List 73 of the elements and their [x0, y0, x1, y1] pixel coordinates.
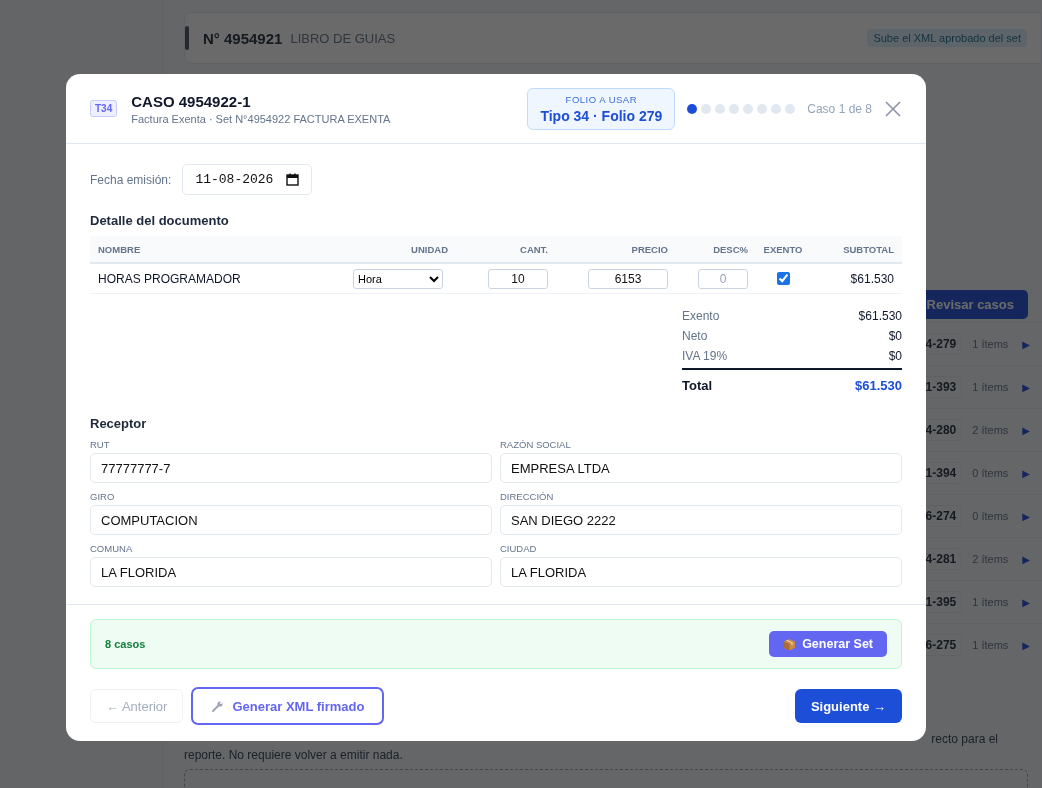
- status-badge: Sube el XML aprobado del set: [867, 29, 1027, 47]
- expand-arrow[interactable]: ▶: [1022, 338, 1030, 350]
- section-title: Detalle del documento: [90, 213, 230, 228]
- step-dot[interactable]: [701, 103, 712, 114]
- column-header: CANT.: [519, 243, 548, 255]
- field-label: RUT: [90, 439, 111, 450]
- input-field[interactable]: LA FLORIDA: [90, 557, 492, 587]
- field-label: CIUDAD: [500, 543, 538, 554]
- step-dot[interactable]: [715, 103, 726, 114]
- section-title: Receptor: [90, 416, 148, 431]
- step-dot[interactable]: [771, 103, 782, 114]
- expand-arrow[interactable]: ▶: [1022, 553, 1030, 565]
- folio-value: Tipo 34 · Folio 279: [540, 107, 663, 124]
- step-dot[interactable]: [743, 103, 754, 114]
- note-text: reporte. No requiere volver a emitir nada.: [184, 748, 403, 762]
- case-title: CASO 4954922-1: [131, 92, 252, 110]
- column-header: NOMBRE: [98, 243, 142, 255]
- step-dot[interactable]: [785, 103, 796, 114]
- unit-select[interactable]: Hora: [353, 268, 443, 289]
- step-dot[interactable]: [729, 103, 740, 114]
- expand-arrow[interactable]: ▶: [1022, 424, 1030, 436]
- field-label: DIRECCIÓN: [500, 491, 555, 502]
- input-field[interactable]: 77777777-7: [90, 453, 492, 483]
- package-icon: [783, 637, 797, 651]
- type-badge: T34: [90, 100, 118, 117]
- total-value: $0: [888, 329, 902, 343]
- expand-arrow[interactable]: ▶: [1022, 510, 1030, 522]
- case-counter: Caso 1 de 8: [807, 101, 872, 116]
- close-icon[interactable]: [884, 99, 902, 118]
- folio-label: FOLIO A USAR: [565, 93, 638, 105]
- exempt-checkbox[interactable]: [776, 272, 790, 285]
- input-field[interactable]: LA FLORIDA: [500, 557, 902, 587]
- expand-arrow[interactable]: ▶: [1022, 381, 1030, 393]
- generate-xml-button[interactable]: Generar XML firmado: [191, 687, 385, 725]
- column-header: DESC%: [712, 243, 748, 255]
- total-value: $61.530: [855, 377, 902, 393]
- quantity-field[interactable]: 10: [488, 268, 548, 289]
- expand-arrow[interactable]: ▶: [1022, 639, 1030, 651]
- calendar-icon[interactable]: [286, 173, 300, 186]
- total-label: IVA 19%: [682, 349, 728, 363]
- date-label: Fecha emisión:: [90, 172, 172, 187]
- price-field[interactable]: 6153: [588, 268, 668, 289]
- input-field[interactable]: SAN DIEGO 2222: [500, 505, 902, 535]
- step-dot[interactable]: [687, 103, 698, 114]
- wrench-icon: [211, 699, 225, 713]
- total-label: Exento: [682, 309, 720, 323]
- column-header: PRECIO: [630, 243, 668, 255]
- total-label: Total: [682, 377, 713, 393]
- case-count: 8 casos: [105, 638, 146, 650]
- generate-set-button[interactable]: Generar Set: [769, 631, 887, 657]
- column-header: UNIDAD: [410, 243, 448, 255]
- input-field[interactable]: COMPUTACION: [90, 505, 492, 535]
- total-label: Neto: [682, 329, 708, 343]
- next-button[interactable]: Siguiente →: [794, 689, 902, 723]
- set-number: N° 4954921: [203, 29, 283, 47]
- discount-field[interactable]: 0: [698, 268, 748, 289]
- expand-arrow[interactable]: ▶: [1022, 596, 1030, 608]
- field-label: GIRO: [90, 491, 116, 502]
- input-field[interactable]: EMPRESA LTDA: [500, 453, 902, 483]
- column-header: SUBTOTAL: [842, 243, 894, 255]
- date-field[interactable]: 11-08-2026: [182, 164, 313, 195]
- expand-arrow[interactable]: ▶: [1022, 467, 1030, 479]
- field-label: RAZÓN SOCIAL: [500, 439, 572, 450]
- step-dot[interactable]: [757, 103, 768, 114]
- case-subtitle: Factura Exenta · Set N°4954922 FACTURA EXENTA: [131, 112, 391, 125]
- item-name: HORAS PROGRAMADOR: [98, 271, 242, 286]
- field-label: COMUNA: [90, 543, 134, 554]
- total-value: $0: [888, 349, 902, 363]
- note-text: recto para el: [931, 731, 998, 747]
- subtotal-cell-text: $61.530: [849, 271, 894, 286]
- set-title: LIBRO DE GUIAS: [290, 30, 396, 46]
- total-value: $61.530: [858, 309, 902, 323]
- column-header: EXENTO: [762, 243, 804, 255]
